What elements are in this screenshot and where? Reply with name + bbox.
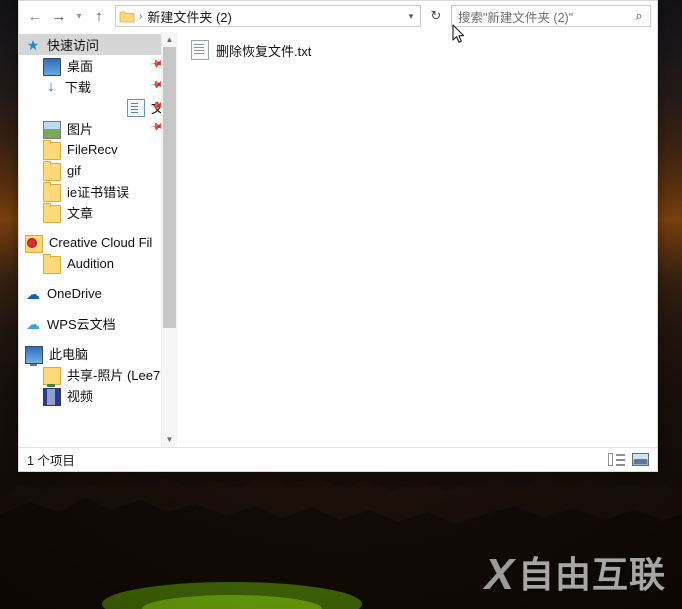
up-button[interactable]: ↑ bbox=[87, 3, 111, 29]
sidebar-item-13[interactable]: 此电脑 bbox=[19, 343, 177, 366]
folder-icon bbox=[43, 202, 61, 223]
sidebar-item-15[interactable]: 视频 bbox=[19, 385, 177, 406]
window-body: ★快速访问桌面📌↓下载📌文档📌图片📌FileRecvgifie证书错误文章Cre… bbox=[19, 31, 657, 447]
video-icon bbox=[43, 387, 61, 406]
folder-icon bbox=[43, 160, 61, 181]
creative-cloud-icon bbox=[25, 234, 43, 253]
large-icons-view-icon bbox=[631, 453, 649, 466]
sidebar-item-9[interactable]: Creative Cloud Fil bbox=[19, 232, 177, 253]
sidebar-item-label: gif bbox=[67, 163, 81, 178]
sidebar-item-label: Creative Cloud Fil bbox=[49, 235, 153, 250]
forward-button[interactable]: → bbox=[47, 3, 71, 29]
sidebar-item-7[interactable]: ie证书错误 bbox=[19, 181, 177, 202]
shared-folder-icon bbox=[43, 366, 61, 387]
file-list-pane[interactable]: 删除恢复文件.txt bbox=[177, 32, 657, 447]
sidebar-item-label: 图片 bbox=[67, 122, 94, 137]
status-bar: 1 个项目 bbox=[19, 447, 657, 471]
details-view-icon bbox=[607, 453, 625, 466]
breadcrumb-separator: › bbox=[139, 10, 143, 22]
this-pc-icon bbox=[25, 345, 43, 366]
file-name-label: 删除恢复文件.txt bbox=[216, 43, 312, 59]
navigation-scrollbar[interactable]: ▲ ▼ bbox=[161, 32, 177, 447]
details-view-button[interactable] bbox=[605, 450, 627, 470]
text-file-icon bbox=[191, 40, 209, 60]
navigation-pane: ★快速访问桌面📌↓下载📌文档📌图片📌FileRecvgifie证书错误文章Cre… bbox=[19, 32, 177, 447]
sidebar-item-8[interactable]: 文章 bbox=[19, 202, 177, 223]
wps-cloud-icon: ☁ bbox=[26, 315, 40, 332]
scrollbar-thumb[interactable] bbox=[163, 47, 176, 328]
desktop-icon bbox=[43, 58, 61, 76]
scroll-up-icon[interactable]: ▲ bbox=[162, 32, 177, 47]
sidebar-item-3[interactable]: 文档📌 bbox=[19, 97, 177, 118]
back-button[interactable]: ← bbox=[23, 3, 47, 29]
large-icons-view-button[interactable] bbox=[629, 450, 651, 470]
onedrive-icon: ☁ bbox=[26, 285, 40, 302]
sidebar-item-label: 快速访问 bbox=[47, 38, 100, 53]
sidebar-item-label: 视频 bbox=[67, 389, 94, 404]
breadcrumb-path[interactable]: 新建文件夹 (2) bbox=[147, 7, 232, 26]
sidebar-item-label: 此电脑 bbox=[49, 347, 89, 362]
sidebar-item-2[interactable]: ↓ 下载 📌 bbox=[19, 76, 177, 97]
sidebar-item-label: OneDrive bbox=[47, 286, 102, 301]
navigation-bar: ← → ▾ ↑ › 新建文件夹 (2) ▾ ↻ 搜索"新建文件夹 (2)" ⌕ bbox=[19, 1, 657, 31]
search-input[interactable]: 搜索"新建文件夹 (2)" bbox=[452, 7, 628, 26]
navigation-list: ★快速访问桌面📌↓下载📌文档📌图片📌FileRecvgifie证书错误文章Cre… bbox=[19, 32, 177, 406]
sidebar-item-label: ie证书错误 bbox=[67, 185, 130, 200]
sidebar-item-0[interactable]: ★ 快速访问 bbox=[19, 34, 177, 55]
screen: X 自由互联 ← → ▾ ↑ › 新建文件夹 (2) ▾ ↻ 搜索"新建文件夹 … bbox=[0, 0, 682, 609]
sidebar-item-14[interactable]: 共享-照片 (Lee77 bbox=[19, 364, 177, 387]
watermark-text: 自由互联 bbox=[517, 554, 666, 595]
folder-icon bbox=[43, 139, 61, 160]
sidebar-item-1[interactable]: 桌面 📌 bbox=[19, 55, 177, 76]
sidebar-item-6[interactable]: gif bbox=[19, 160, 177, 181]
sidebar-item-5[interactable]: FileRecv bbox=[19, 139, 177, 160]
watermark-logo-icon: X bbox=[484, 550, 514, 599]
documents-icon bbox=[126, 98, 145, 117]
sidebar-item-11[interactable]: ☁ OneDrive bbox=[19, 283, 177, 304]
file-list-item[interactable]: 删除恢复文件.txt bbox=[185, 38, 311, 62]
sidebar-item-4[interactable]: 图片 📌 bbox=[19, 118, 177, 139]
folder-icon bbox=[43, 253, 61, 274]
recent-locations-button[interactable]: ▾ bbox=[71, 3, 87, 29]
watermark: X 自由互联 bbox=[485, 553, 666, 597]
search-icon[interactable]: ⌕ bbox=[628, 8, 650, 24]
sidebar-item-label: FileRecv bbox=[67, 142, 118, 157]
sidebar-item-label: 共享-照片 (Lee77 bbox=[67, 368, 168, 383]
file-explorer-window: ← → ▾ ↑ › 新建文件夹 (2) ▾ ↻ 搜索"新建文件夹 (2)" ⌕ bbox=[18, 0, 658, 472]
breadcrumb-folder-icon bbox=[119, 9, 135, 23]
address-dropdown-icon[interactable]: ▾ bbox=[402, 11, 420, 22]
pictures-icon bbox=[43, 120, 61, 139]
sidebar-item-label: 文章 bbox=[67, 206, 94, 221]
address-bar[interactable]: › 新建文件夹 (2) ▾ bbox=[115, 5, 421, 27]
star-icon: ★ bbox=[26, 36, 40, 53]
sidebar-item-label: 桌面 bbox=[67, 59, 94, 74]
search-box[interactable]: 搜索"新建文件夹 (2)" ⌕ bbox=[451, 5, 651, 27]
download-icon: ↓ bbox=[47, 77, 55, 95]
sidebar-item-label: 下载 bbox=[65, 80, 92, 95]
sidebar-item-label: WPS云文档 bbox=[47, 317, 116, 332]
sidebar-item-label: Audition bbox=[67, 256, 114, 271]
scroll-down-icon[interactable]: ▼ bbox=[162, 432, 177, 447]
item-count-label: 1 个项目 bbox=[27, 454, 75, 468]
sidebar-item-12[interactable]: ☁ WPS云文档 bbox=[19, 313, 177, 334]
sidebar-item-10[interactable]: Audition bbox=[19, 253, 177, 274]
refresh-button[interactable]: ↻ bbox=[425, 3, 447, 29]
folder-icon bbox=[43, 181, 61, 202]
